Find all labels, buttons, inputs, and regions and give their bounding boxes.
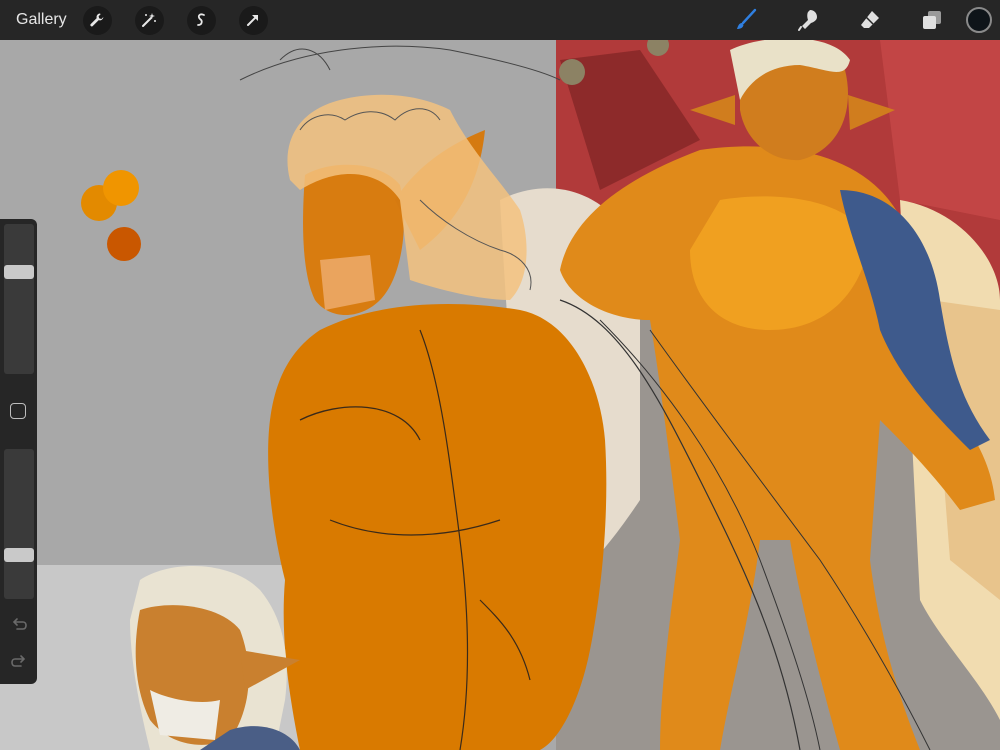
redo-button[interactable] xyxy=(9,651,29,671)
artwork xyxy=(0,40,1000,750)
gallery-button[interactable]: Gallery xyxy=(16,11,67,29)
layers-button[interactable] xyxy=(912,0,952,40)
selection-icon xyxy=(197,13,206,26)
undo-button[interactable] xyxy=(9,614,29,634)
transform-button[interactable] xyxy=(238,5,268,35)
brush-size-thumb[interactable] xyxy=(4,265,34,279)
selection-button[interactable] xyxy=(186,5,216,35)
left-sidebar xyxy=(0,219,37,684)
brush-opacity-slider[interactable] xyxy=(4,449,34,599)
magic-wand-icon xyxy=(142,13,157,27)
adjustments-button[interactable] xyxy=(134,5,164,35)
wrench-icon xyxy=(90,13,104,27)
drawing-canvas[interactable] xyxy=(0,40,1000,750)
layers-icon xyxy=(923,11,941,29)
actions-button[interactable] xyxy=(82,5,112,35)
modify-button[interactable] xyxy=(10,403,26,419)
brush-size-slider[interactable] xyxy=(4,224,34,374)
smudge-icon xyxy=(798,10,817,31)
brush-opacity-thumb[interactable] xyxy=(4,548,34,562)
tool-group xyxy=(704,0,1000,40)
eraser-icon xyxy=(861,11,879,28)
brush-tool-button[interactable] xyxy=(726,0,766,40)
top-toolbar: Gallery xyxy=(0,0,1000,40)
eraser-tool-button[interactable] xyxy=(850,0,890,40)
undo-icon xyxy=(12,618,27,630)
smudge-tool-button[interactable] xyxy=(788,0,828,40)
brush-icon xyxy=(737,8,757,29)
redo-icon xyxy=(11,655,26,667)
transform-arrow-icon xyxy=(247,15,259,26)
color-picker-button[interactable] xyxy=(966,7,992,33)
